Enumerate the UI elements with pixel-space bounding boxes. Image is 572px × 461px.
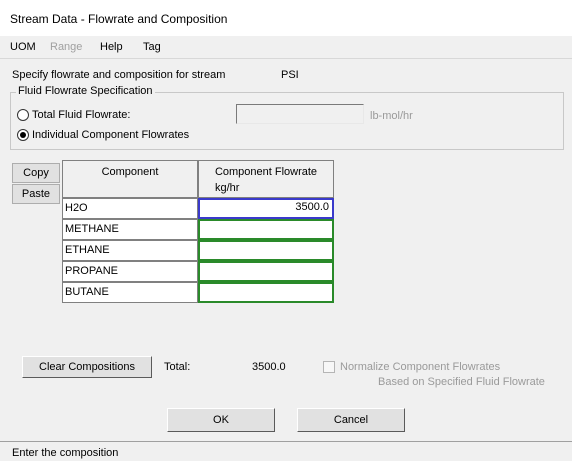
flowrate-cell[interactable] — [198, 219, 334, 240]
table-row-component: METHANE — [62, 219, 198, 240]
table-row-component: ETHANE — [62, 240, 198, 261]
flowrate-cell[interactable] — [198, 282, 334, 303]
table-row-component: H2O — [62, 198, 198, 219]
flowrate-spec-label: Fluid Flowrate Specification — [16, 85, 155, 97]
copy-button[interactable]: Copy — [12, 163, 60, 183]
flowrate-cell[interactable]: 3500.0 — [198, 198, 334, 219]
normalize-sublabel: Based on Specified Fluid Flowrate — [378, 376, 545, 388]
paste-button[interactable]: Paste — [12, 184, 60, 204]
menu-tag[interactable]: Tag — [143, 41, 161, 53]
total-flowrate-radio[interactable] — [17, 109, 29, 121]
menu-uom[interactable]: UOM — [10, 41, 36, 53]
total-flowrate-unit: lb-mol/hr — [370, 110, 413, 122]
cancel-button[interactable]: Cancel — [297, 408, 405, 432]
total-value: 3500.0 — [252, 361, 286, 373]
stream-name: PSI — [281, 69, 299, 81]
menu-range[interactable]: Range — [50, 41, 82, 53]
column-header-flowrate-unit: kg/hr — [215, 182, 240, 194]
ok-button[interactable]: OK — [167, 408, 275, 432]
individual-flowrate-label: Individual Component Flowrates — [32, 129, 190, 141]
table-row-component: BUTANE — [62, 282, 198, 303]
column-header-flowrate: Component Flowrate kg/hr — [198, 160, 334, 198]
total-flowrate-input[interactable] — [236, 104, 364, 124]
flowrate-cell[interactable] — [198, 261, 334, 282]
menu-bar — [0, 36, 572, 59]
column-header-component: Component — [62, 160, 198, 198]
column-header-flowrate-label: Component Flowrate — [214, 166, 318, 178]
normalize-label: Normalize Component Flowrates — [340, 361, 501, 373]
normalize-checkbox[interactable] — [323, 361, 335, 373]
table-row-component: PROPANE — [62, 261, 198, 282]
clear-compositions-button[interactable]: Clear Compositions — [22, 356, 152, 378]
total-label: Total: — [164, 361, 191, 373]
menu-help[interactable]: Help — [100, 41, 123, 53]
individual-flowrate-radio[interactable] — [17, 129, 29, 141]
status-text: Enter the composition — [12, 447, 119, 459]
flowrate-cell[interactable] — [198, 240, 334, 261]
total-flowrate-label: Total Fluid Flowrate: — [32, 109, 131, 121]
stream-prompt: Specify flowrate and composition for str… — [12, 69, 226, 81]
window-title: Stream Data - Flowrate and Composition — [10, 12, 228, 26]
component-grid: Component Component Flowrate kg/hr H2O 3… — [62, 160, 334, 308]
